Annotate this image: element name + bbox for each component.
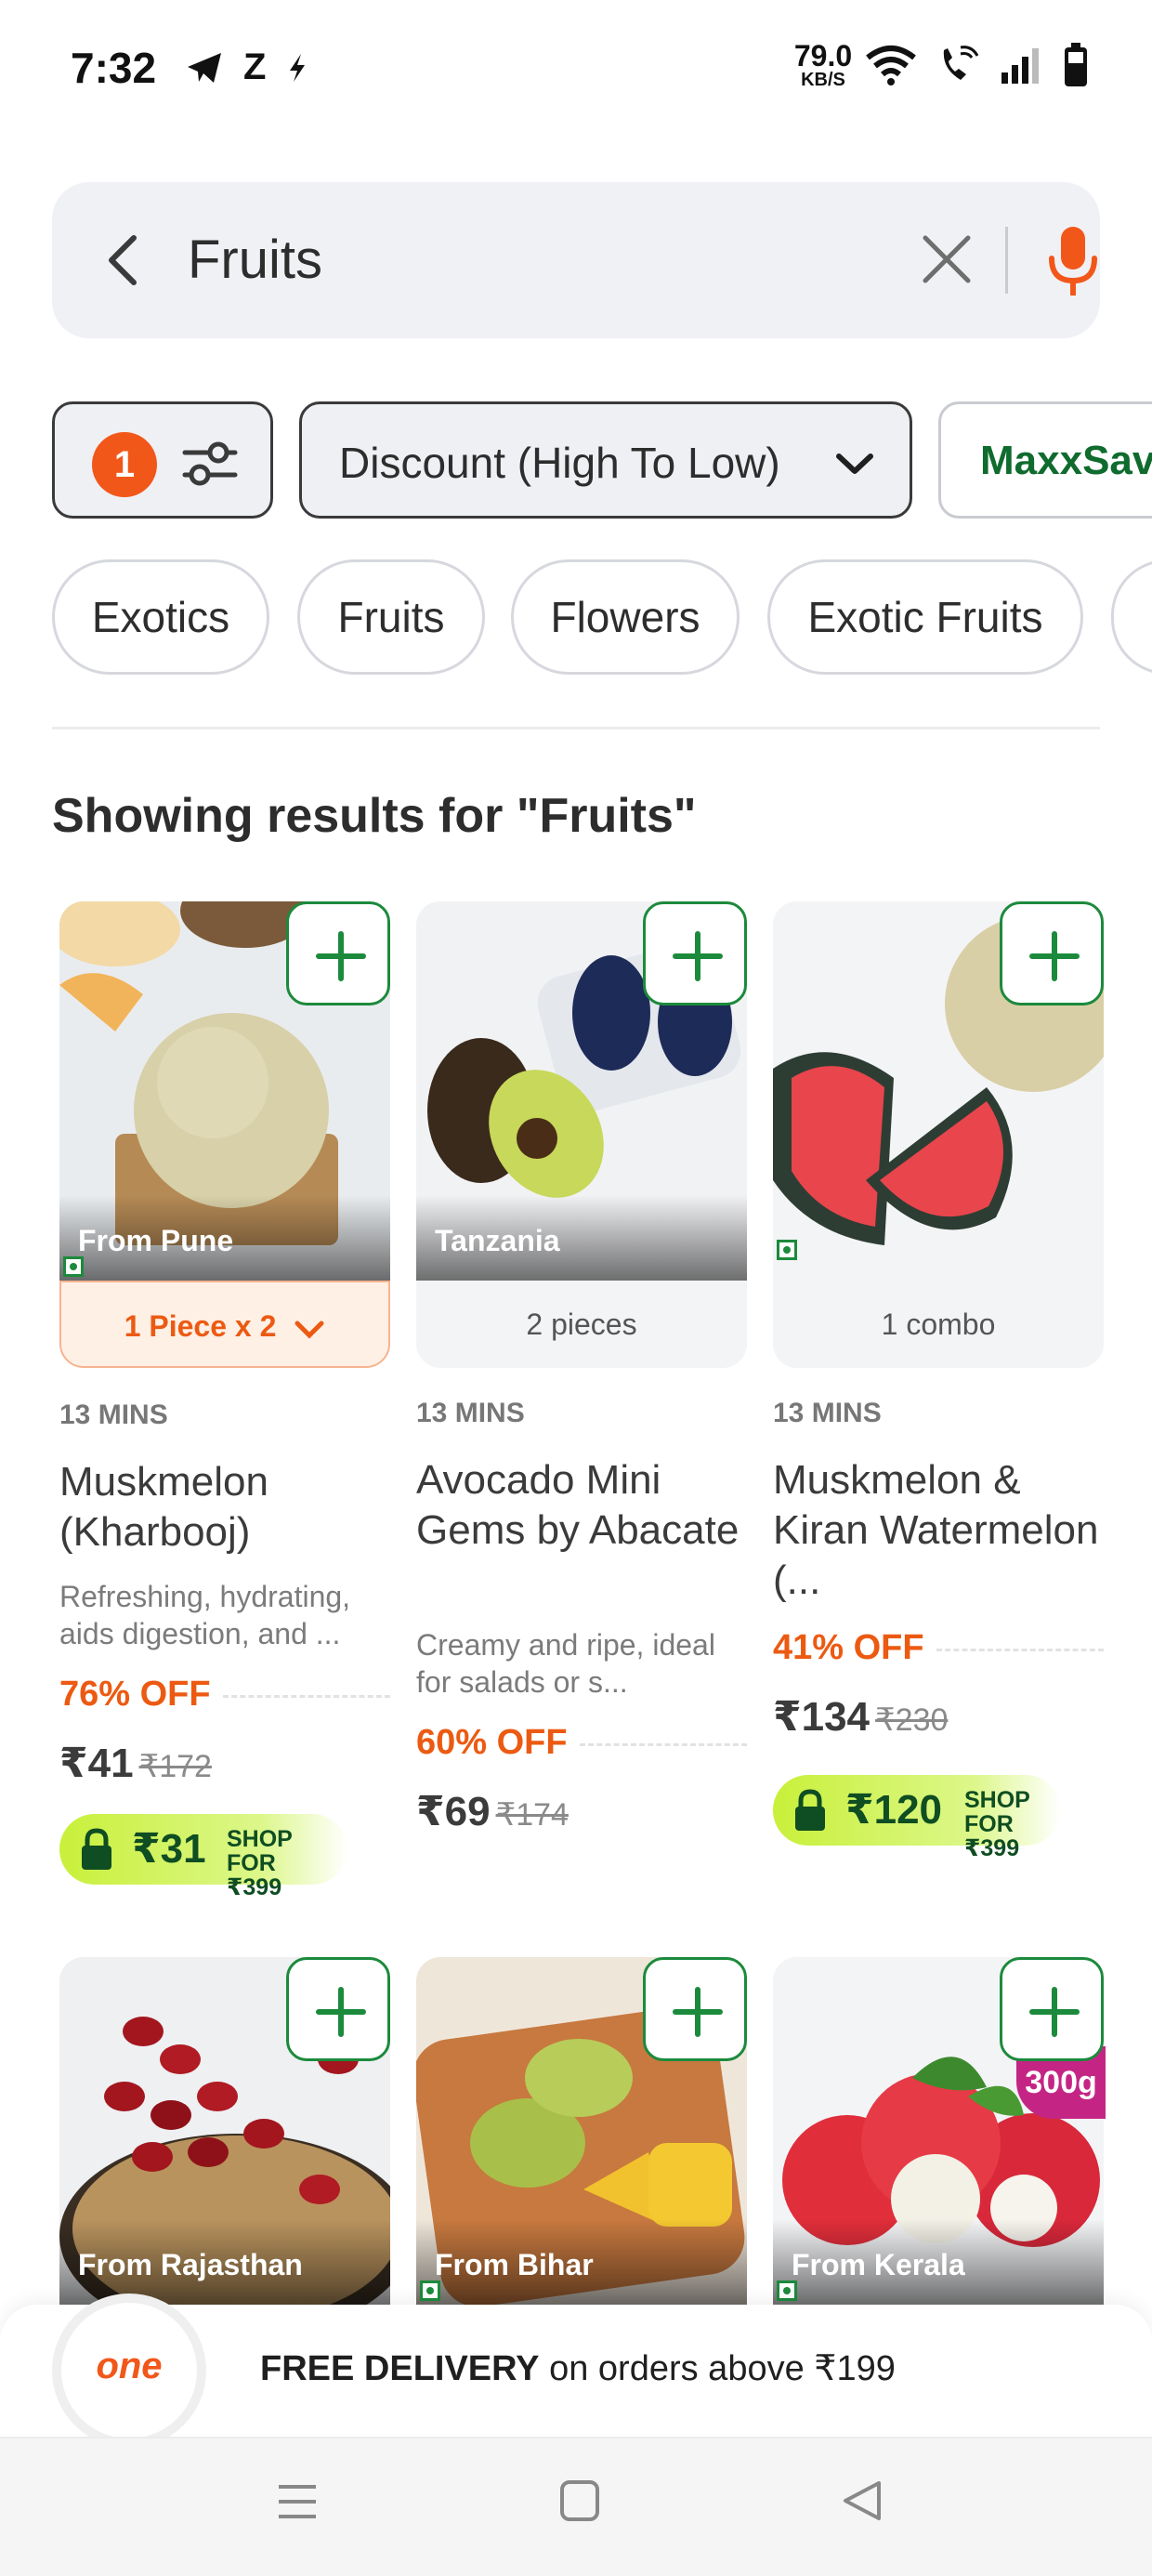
plus-icon (673, 1987, 723, 2037)
lock-icon (795, 1789, 825, 1831)
maxxsaver-label: MaxxSaver (980, 438, 1152, 483)
section-divider (52, 727, 1100, 729)
chip-more[interactable] (1111, 559, 1152, 675)
z-icon: Z (243, 46, 267, 87)
product-name[interactable]: Muskmelon (Kharbooj) (59, 1457, 390, 1557)
plus-icon (673, 931, 723, 981)
plus-icon (316, 931, 366, 981)
product-card[interactable]: From Bihar (416, 1957, 747, 2305)
filter-button[interactable]: 1 (52, 401, 273, 519)
free-delivery-text: FREE DELIVERY on orders above ₹199 (260, 2349, 896, 2388)
status-right-icons (864, 43, 1089, 87)
mrp: ₹172 (138, 1749, 212, 1784)
battery-icon (1065, 43, 1087, 86)
search-divider (1005, 227, 1008, 294)
veg-icon (63, 1256, 84, 1277)
recent-apps-icon[interactable] (277, 2481, 318, 2522)
plus-icon (316, 1987, 366, 2037)
origin-label: From Bihar (435, 2248, 594, 2281)
pack-size: 1 combo (773, 1281, 1104, 1368)
delivery-time: 13 MINS (416, 1398, 525, 1428)
veg-icon (777, 1240, 797, 1260)
product-description: Creamy and ripe, ideal for salads or s..… (416, 1628, 715, 1699)
search-input[interactable]: Fruits (188, 229, 322, 291)
shop-for-label: SHOP FOR ₹399 (964, 1787, 1030, 1861)
veg-icon (777, 2280, 797, 2301)
discount-label: 60% OFF (416, 1723, 747, 1763)
category-chips: Exotics Fruits Flowers Exotic Fruits (52, 559, 1152, 677)
product-card[interactable]: From Rajasthan (59, 1957, 390, 2305)
search-bar: Fruits (52, 182, 1100, 338)
microphone-icon[interactable] (1042, 223, 1104, 301)
price: ₹41 ₹172 (59, 1741, 212, 1786)
status-bar: 7:32 Z 79.0 KB/S (0, 0, 1152, 139)
status-time: 7:32 (71, 44, 157, 92)
product-card[interactable]: From Pune 1 Piece x 2 13 MINS Muskmelon … (59, 901, 390, 1899)
origin-label: Tanzania (435, 1224, 560, 1257)
offer-price: ₹31 (132, 1826, 206, 1872)
back-icon[interactable] (842, 2479, 883, 2522)
network-speed: 79.0 KB/S (793, 39, 853, 90)
bolt-icon (290, 53, 306, 82)
wifi-icon (866, 46, 916, 85)
origin-label: From Rajasthan (78, 2248, 303, 2281)
mrp: ₹174 (495, 1797, 569, 1833)
filter-row: 1 Discount (High To Low) MaxxSaver (52, 401, 1152, 520)
product-card[interactable]: 1 combo 13 MINS Muskmelon & Kiran Waterm… (773, 901, 1104, 1860)
sort-dropdown[interactable]: Discount (High To Low) (299, 401, 912, 519)
delivery-time: 13 MINS (773, 1398, 882, 1428)
price: ₹134 ₹230 (773, 1694, 949, 1740)
shop-for-offer[interactable]: ₹120 SHOP FOR ₹399 (773, 1775, 1061, 1860)
origin-label: From Pune (78, 1224, 234, 1257)
origin-label: From Kerala (792, 2248, 965, 2281)
results-heading: Showing results for "Fruits" (52, 789, 697, 843)
system-navigation-bar (0, 2437, 1152, 2576)
pack-selector[interactable]: 1 Piece x 2 (59, 1281, 390, 1368)
add-button[interactable] (1000, 1957, 1104, 2061)
price: ₹69 ₹174 (416, 1789, 569, 1834)
veg-icon (420, 2280, 440, 2301)
lock-icon (82, 1828, 111, 1870)
product-name[interactable]: Muskmelon & Kiran Watermelon (... (773, 1455, 1104, 1606)
chevron-down-icon (836, 453, 873, 474)
mrp: ₹230 (875, 1702, 949, 1738)
wifi-calling-icon (943, 46, 979, 80)
product-card[interactable]: Tanzania 2 pieces 13 MINS Avocado Mini G… (416, 901, 747, 1834)
chevron-down-icon (295, 1321, 324, 1339)
chip-exotic-fruits[interactable]: Exotic Fruits (767, 559, 1083, 675)
product-card[interactable]: From Kerala 300g (773, 1957, 1106, 2305)
add-button[interactable] (643, 1957, 747, 2061)
signal-icon (1001, 48, 1039, 84)
pack-label: 1 Piece x 2 (124, 1309, 277, 1343)
product-name[interactable]: Avocado Mini Gems by Abacate (416, 1455, 747, 1556)
filter-count-badge: 1 (92, 432, 157, 497)
sliders-icon (182, 441, 238, 486)
shop-for-label: SHOP FOR ₹399 (227, 1826, 293, 1900)
maxxsaver-filter[interactable]: MaxxSaver (938, 401, 1152, 519)
add-button[interactable] (286, 901, 390, 1005)
discount-label: 76% OFF (59, 1675, 390, 1715)
shop-for-offer[interactable]: ₹31 SHOP FOR ₹399 (59, 1814, 347, 1899)
plus-icon (1029, 1987, 1080, 2037)
pack-size: 2 pieces (416, 1281, 747, 1368)
back-arrow-icon[interactable] (97, 229, 152, 292)
status-left-icons: Z (186, 46, 308, 88)
delivery-time: 13 MINS (59, 1400, 168, 1430)
add-button[interactable] (643, 901, 747, 1005)
home-icon[interactable] (559, 2479, 600, 2522)
sort-label: Discount (High To Low) (339, 439, 780, 487)
close-icon[interactable] (916, 229, 977, 290)
product-description: Refreshing, hydrating, aids digestion, a… (59, 1580, 351, 1650)
chip-flowers[interactable]: Flowers (511, 559, 740, 675)
chip-fruits[interactable]: Fruits (297, 559, 485, 675)
offer-price: ₹120 (845, 1787, 943, 1833)
one-membership-badge[interactable]: one (52, 2293, 206, 2448)
discount-label: 41% OFF (773, 1628, 1104, 1668)
add-button[interactable] (286, 1957, 390, 2061)
telegram-icon (188, 52, 221, 83)
chip-exotics[interactable]: Exotics (52, 559, 269, 675)
add-button[interactable] (1000, 901, 1104, 1005)
one-logo: one (96, 2346, 163, 2386)
plus-icon (1029, 931, 1080, 981)
